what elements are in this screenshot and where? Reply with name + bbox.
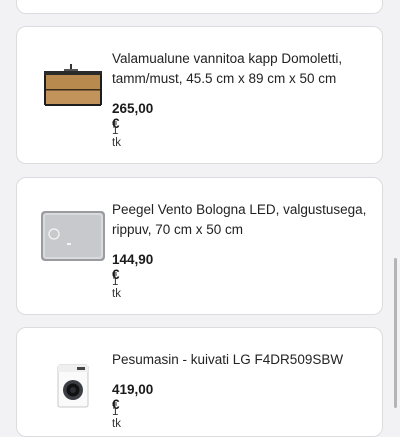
cart-item-card[interactable]: Valamualune vannitoa kapp Domoletti, tam…	[16, 26, 383, 164]
cart-item-card[interactable]: Pesumasin - kuivati LG F4DR509SBW 419,00…	[16, 327, 383, 437]
washing-machine-icon	[57, 364, 89, 408]
cart-item-card[interactable]	[16, 0, 383, 14]
product-quantity: 1 tk	[112, 125, 121, 149]
product-image[interactable]	[33, 196, 113, 276]
product-title[interactable]: Pesumasin - kuivati LG F4DR509SBW	[112, 350, 367, 370]
product-title[interactable]: Valamualune vannitoa kapp Domoletti, tam…	[112, 49, 367, 89]
led-mirror-icon	[41, 211, 105, 261]
product-title[interactable]: Peegel Vento Bologna LED, valgustusega, …	[112, 200, 367, 240]
product-quantity: 1 tk	[112, 276, 121, 300]
scrollbar[interactable]	[394, 258, 397, 408]
vanity-cabinet-icon	[44, 64, 102, 106]
product-image[interactable]	[33, 45, 113, 125]
product-image[interactable]	[33, 346, 113, 426]
cart-item-card[interactable]: Peegel Vento Bologna LED, valgustusega, …	[16, 177, 383, 315]
product-quantity: 1 tk	[112, 406, 121, 430]
